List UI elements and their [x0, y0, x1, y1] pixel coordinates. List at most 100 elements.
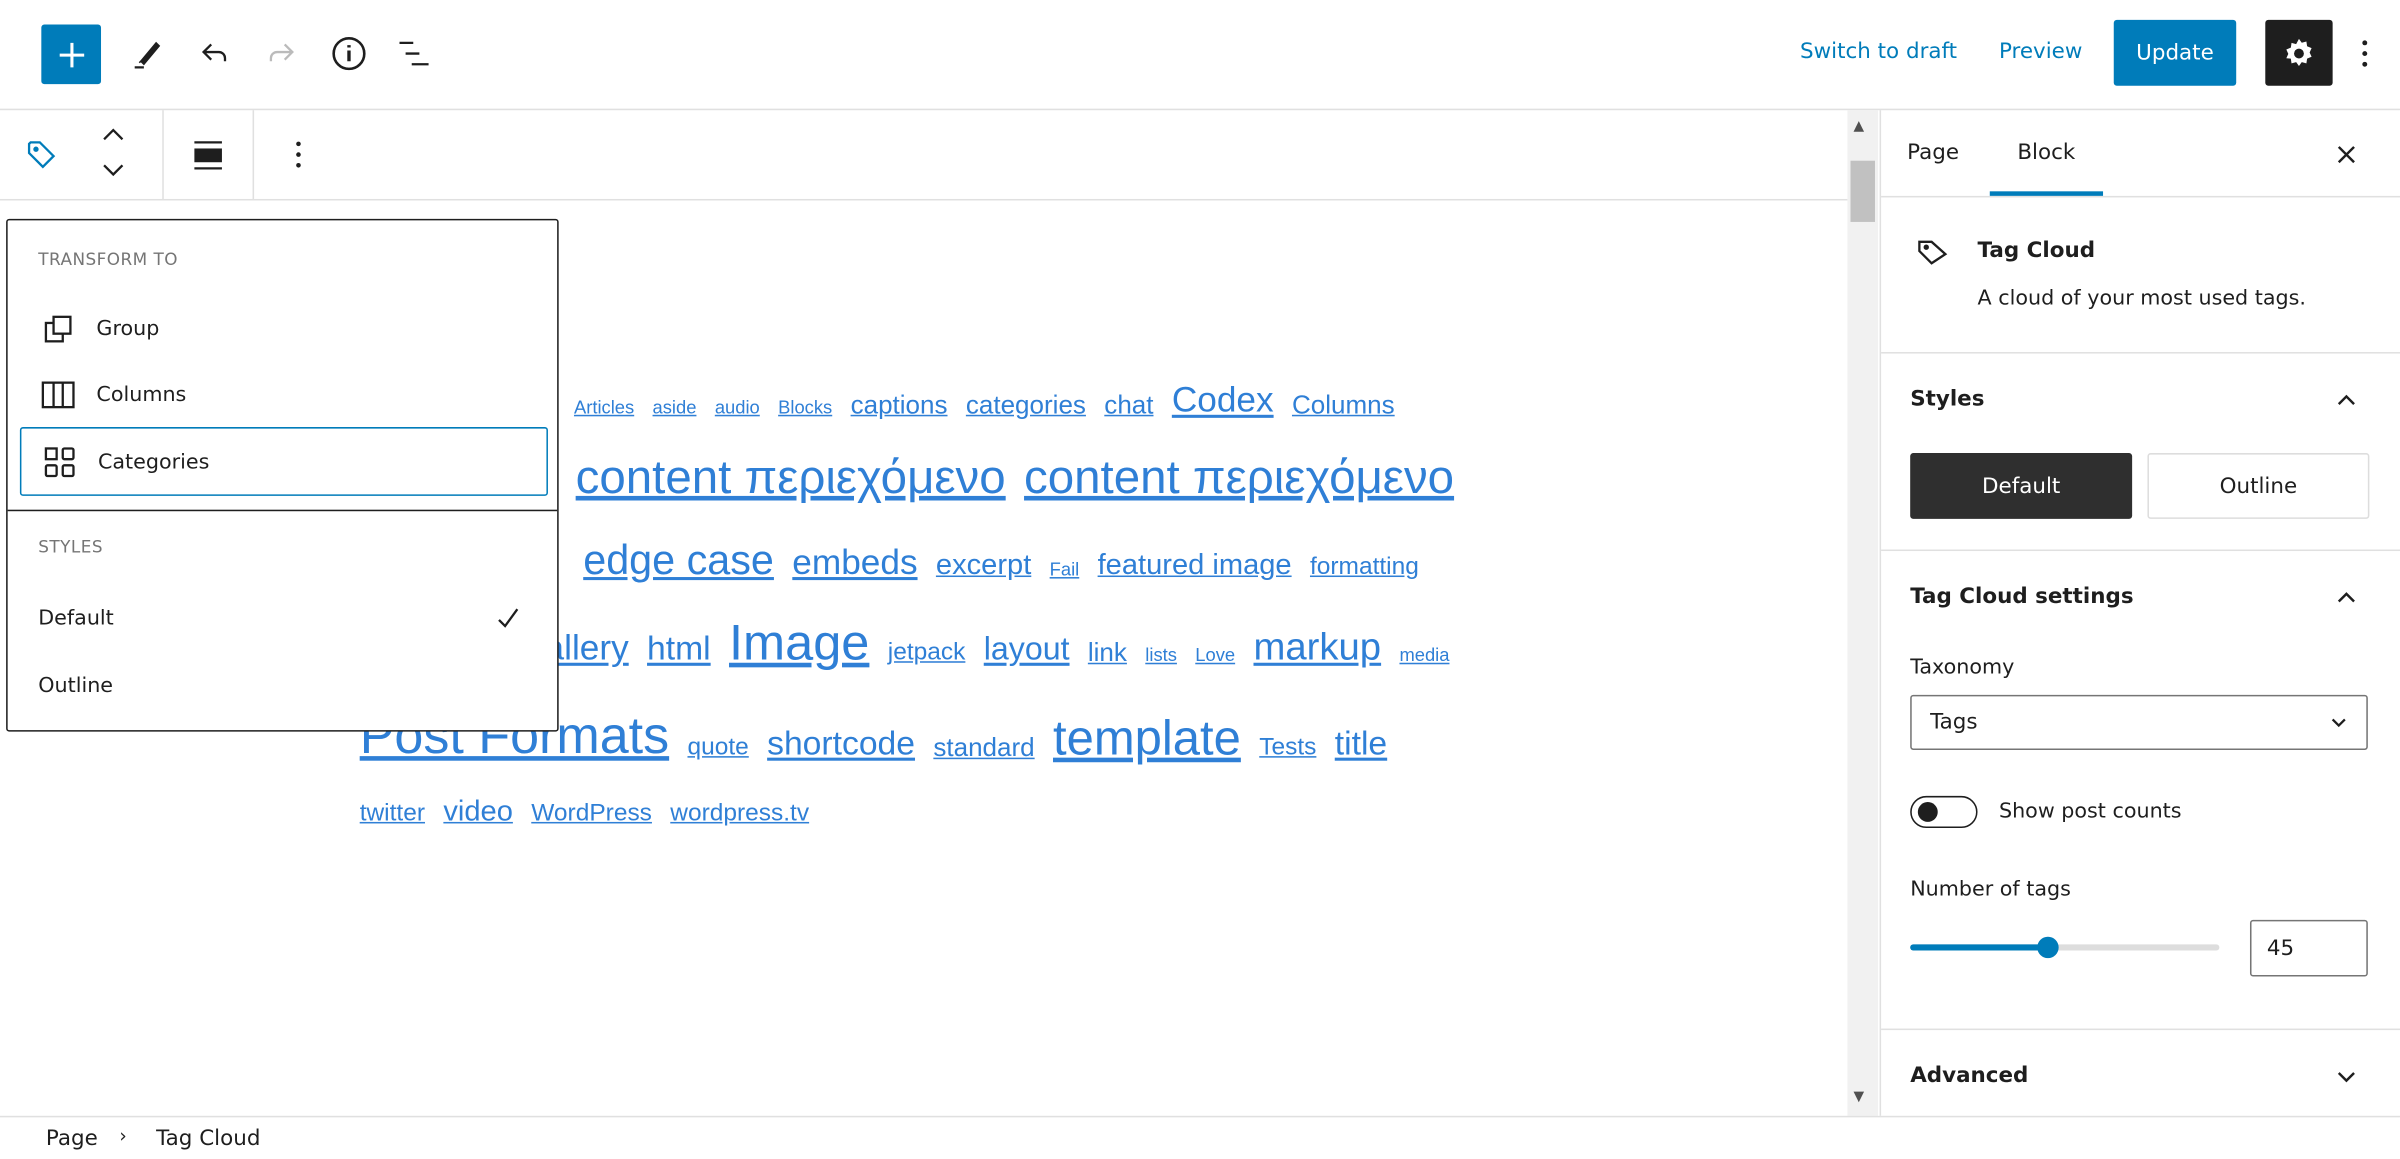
undo-button[interactable]	[187, 26, 242, 81]
tag-link[interactable]: chat	[1104, 391, 1153, 417]
tag-link[interactable]: html	[647, 632, 711, 666]
more-vertical-icon	[296, 141, 301, 168]
align-button[interactable]	[181, 127, 236, 182]
tag-link[interactable]: link	[1088, 639, 1127, 665]
tag-link[interactable]: Tests	[1259, 735, 1316, 760]
tag-link[interactable]: quote	[687, 735, 748, 760]
options-button[interactable]	[2342, 26, 2388, 81]
redo-button[interactable]	[254, 26, 309, 81]
taxonomy-value: Tags	[1930, 710, 1978, 735]
menu-item-label: Categories	[97, 449, 210, 474]
tag-link[interactable]: title	[1335, 727, 1387, 761]
tag-link[interactable]: formatting	[1310, 554, 1419, 579]
tab-block[interactable]: Block	[2017, 141, 2075, 165]
transform-group[interactable]: Group	[20, 298, 548, 359]
add-block-button[interactable]	[41, 24, 102, 85]
tag-link[interactable]: aside	[653, 398, 697, 416]
block-type-button[interactable]	[14, 127, 69, 182]
number-of-tags-slider[interactable]	[1910, 936, 2220, 959]
tag-link[interactable]: jetpack	[888, 640, 966, 665]
taxonomy-select[interactable]: Tags	[1910, 694, 2368, 750]
breadcrumb-page[interactable]: Page	[46, 1127, 98, 1151]
tag-link[interactable]: Fail	[1050, 560, 1080, 578]
close-sidebar-button[interactable]	[2319, 127, 2374, 182]
advanced-panel-title[interactable]: Advanced	[1910, 1064, 2028, 1088]
styles-panel-title[interactable]: Styles	[1910, 387, 1984, 411]
block-options-button[interactable]	[271, 127, 326, 182]
breadcrumb-tag-cloud[interactable]: Tag Cloud	[156, 1127, 260, 1151]
tag-link[interactable]: template	[1053, 714, 1241, 763]
tools-button[interactable]	[119, 26, 174, 81]
tag-link[interactable]: content περιεχόμενο	[576, 453, 1006, 500]
divider	[1881, 352, 2400, 354]
tab-page[interactable]: Page	[1907, 141, 1959, 165]
scroll-up-icon[interactable]: ▲	[1854, 119, 1865, 134]
list-view-icon	[399, 41, 429, 66]
chevron-down-icon	[2331, 718, 2346, 728]
settings-button[interactable]	[2265, 19, 2333, 86]
align-icon	[194, 141, 222, 170]
divider	[1881, 549, 2400, 552]
details-button[interactable]	[321, 26, 376, 81]
menu-item-label: Columns	[96, 382, 187, 408]
check-icon	[498, 608, 519, 628]
tag-link[interactable]: excerpt	[936, 551, 1031, 580]
tag-link[interactable]: media	[1399, 646, 1449, 664]
divider	[7, 509, 558, 512]
tag-link[interactable]: twitter	[360, 801, 425, 825]
tag-link[interactable]: Articles	[574, 398, 634, 416]
chevron-down-icon[interactable]	[2336, 1067, 2357, 1088]
tag-icon	[1918, 240, 1948, 265]
block-title: Tag Cloud	[1977, 238, 2096, 264]
tag-link[interactable]: content περιεχόμενο	[1024, 453, 1454, 500]
tag-link[interactable]: categories	[966, 391, 1086, 417]
tag-link[interactable]: layout	[984, 634, 1070, 666]
divider	[162, 110, 164, 201]
canvas-scrollbar[interactable]	[1847, 110, 1879, 1116]
categories-icon	[43, 445, 77, 479]
tag-link[interactable]: wordpress.tv	[670, 801, 809, 825]
tag-link[interactable]: Love	[1195, 646, 1235, 664]
style-outline[interactable]: Outline	[17, 655, 545, 716]
tag-link[interactable]: Codex	[1172, 382, 1274, 418]
move-down-icon	[103, 164, 124, 177]
styles-header: STYLES	[38, 537, 104, 558]
transform-columns[interactable]: Columns	[20, 364, 548, 425]
tag-link[interactable]: featured image	[1098, 551, 1292, 580]
tag-link[interactable]: WordPress	[531, 801, 652, 825]
style-default-button[interactable]: Default	[1910, 453, 2133, 519]
preview-link[interactable]: Preview	[1999, 40, 2082, 64]
toggle-knob	[1917, 802, 1938, 822]
move-down-button[interactable]	[86, 153, 141, 187]
tag-link[interactable]: standard	[933, 734, 1034, 760]
scrollbar-thumb[interactable]	[1850, 160, 1875, 222]
tag-link[interactable]: markup	[1253, 628, 1381, 666]
close-icon	[2337, 146, 2355, 164]
style-outline-button[interactable]: Outline	[2147, 453, 2370, 519]
settings-panel-title[interactable]: Tag Cloud settings	[1910, 585, 2133, 609]
tag-link[interactable]: edge case	[583, 539, 774, 581]
tag-link[interactable]: lists	[1145, 646, 1177, 664]
tag-link[interactable]: shortcode	[767, 727, 915, 761]
chevron-up-icon[interactable]	[2336, 389, 2357, 410]
style-default[interactable]: Default	[17, 588, 545, 649]
tag-link[interactable]: embeds	[792, 545, 917, 580]
move-up-button[interactable]	[86, 118, 141, 152]
tag-link[interactable]: captions	[851, 391, 948, 417]
switch-to-draft-link[interactable]: Switch to draft	[1800, 40, 1957, 64]
tag-link[interactable]: Blocks	[778, 398, 832, 416]
scroll-down-icon[interactable]: ▼	[1854, 1090, 1865, 1105]
update-button[interactable]: Update	[2113, 19, 2237, 86]
tag-link[interactable]: audio	[715, 398, 760, 416]
transform-header: TRANSFORM TO	[38, 249, 178, 270]
slider-handle[interactable]	[2036, 936, 2059, 959]
tag-link[interactable]: Image	[729, 617, 869, 668]
transform-categories[interactable]: Categories	[19, 427, 548, 496]
number-of-tags-input[interactable]: 45	[2249, 919, 2368, 977]
tag-link[interactable]: video	[443, 797, 513, 826]
tag-link[interactable]: Columns	[1292, 391, 1395, 417]
show-post-counts-toggle[interactable]	[1910, 795, 1978, 829]
list-view-button[interactable]	[387, 26, 442, 81]
menu-item-label: Default	[38, 606, 114, 631]
chevron-up-icon[interactable]	[2336, 586, 2357, 607]
